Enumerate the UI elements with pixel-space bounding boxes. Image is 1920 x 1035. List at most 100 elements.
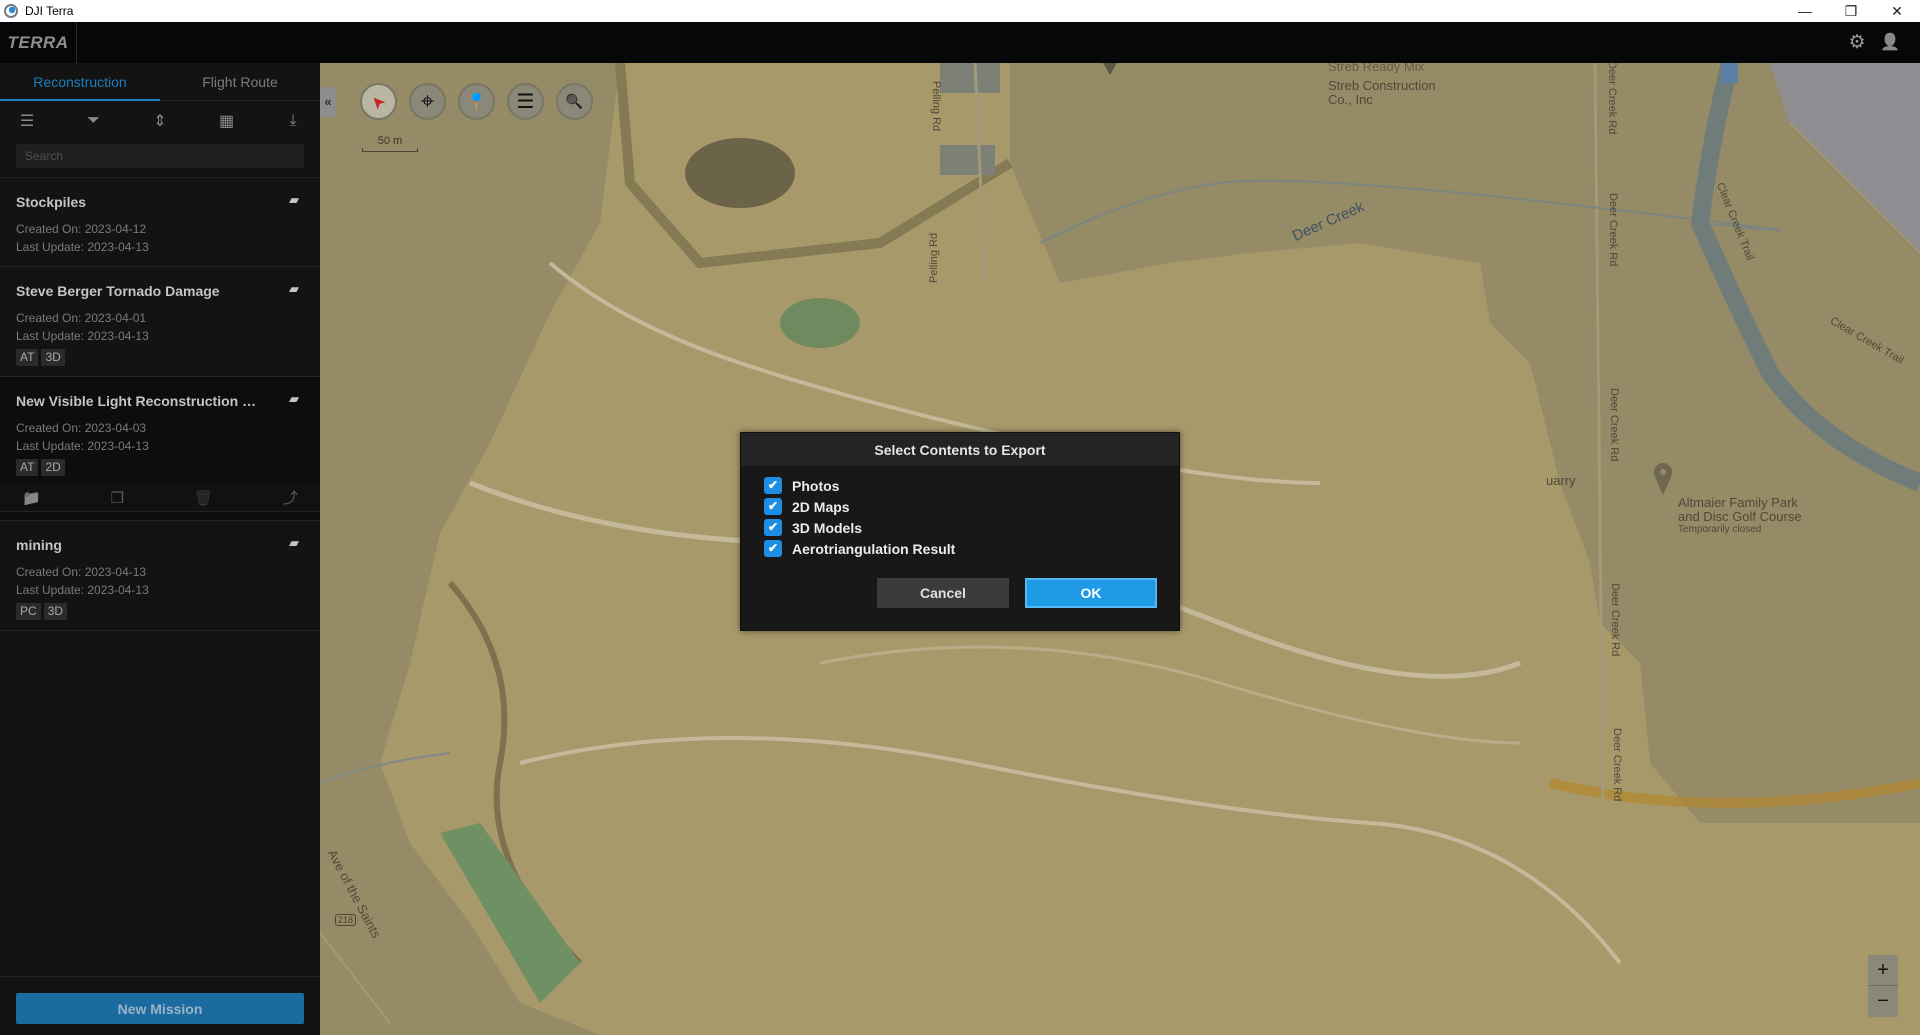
mission-created: Created On: 2023-04-12 [16, 222, 147, 236]
badge-2d: 2D [41, 459, 65, 476]
zoom-out-button[interactable]: − [1868, 986, 1898, 1017]
list-icon: ☰ [516, 91, 535, 113]
checkbox-photos[interactable]: ✔ [764, 477, 782, 494]
map-label: Deer Creek Rd [1608, 388, 1620, 462]
export-option-3d-models[interactable]: ✔ 3D Models [764, 517, 1179, 538]
mission-list: Stockpiles Created On: 2023-04-12 Last U… [0, 177, 320, 631]
map-label: Streb Construction Co., Inc [1328, 78, 1436, 107]
mission-updated: Last Update: 2023-04-13 [16, 329, 149, 343]
map-label: Deer Creek Rd [1611, 728, 1623, 802]
mission-item[interactable]: mining Created On: 2023-04-13 Last Updat… [0, 521, 320, 631]
visible-light-mission-icon: ▰ [289, 391, 299, 406]
visible-light-mission-icon: ▰ [289, 192, 299, 207]
mission-created: Created On: 2023-04-03 [16, 421, 147, 435]
settings-icon[interactable]: ⚙ [1846, 32, 1868, 54]
mission-item-selected[interactable]: New Visible Light Reconstruction Mis... … [0, 377, 320, 521]
badge-pc: PC [16, 603, 41, 620]
search-input[interactable] [16, 149, 304, 163]
mission-name: New Visible Light Reconstruction Mis... [16, 393, 266, 409]
option-label: Photos [792, 477, 840, 494]
export-option-2d-maps[interactable]: ✔ 2D Maps [764, 496, 1179, 517]
cancel-button[interactable]: Cancel [877, 578, 1009, 608]
search-box [16, 144, 304, 168]
option-label: 3D Models [792, 519, 863, 536]
tab-flight-route[interactable]: Flight Route [160, 63, 320, 100]
mission-item[interactable]: Steve Berger Tornado Damage Created On: … [0, 267, 320, 377]
mission-name: Steve Berger Tornado Damage [16, 283, 220, 299]
map-label: Deer Creek Rd [1607, 193, 1619, 267]
checkbox-3d-models[interactable]: ✔ [764, 519, 782, 536]
option-label: 2D Maps [792, 498, 850, 515]
window-title: DJI Terra [25, 4, 74, 18]
new-mission-footer: New Mission [0, 976, 320, 1035]
visible-light-mission-icon: ▰ [289, 281, 299, 296]
map-label: Streb Ready Mix [1328, 63, 1425, 74]
map-label: Altmaier Family Park [1678, 495, 1798, 510]
export-dialog: Select Contents to Export ✔ Photos ✔ 2D … [740, 432, 1180, 631]
visible-light-mission-icon: ▰ [289, 535, 299, 550]
badge-at: AT [16, 459, 39, 476]
copy-icon[interactable]: ❐ [111, 489, 124, 507]
mission-name: Stockpiles [16, 194, 87, 210]
checkbox-2d-maps[interactable]: ✔ [764, 498, 782, 515]
mission-sidebar: Reconstruction Flight Route ☰ ⏷ ⇕ ▦ ⤓ St… [0, 63, 320, 1035]
sidebar-tabs: Reconstruction Flight Route [0, 63, 320, 101]
window-controls: — ❐ ✕ [1782, 0, 1920, 22]
active-tab-indicator [0, 99, 160, 101]
map-label: Pelling Rd [928, 232, 940, 283]
collapse-sidebar-button[interactable]: « [320, 87, 336, 117]
mission-name: mining [16, 537, 62, 553]
mission-badges: PC 3D [16, 603, 304, 620]
checkbox-aerotriangulation[interactable]: ✔ [764, 540, 782, 557]
dialog-buttons: Cancel OK [877, 578, 1157, 608]
tab-reconstruction[interactable]: Reconstruction [0, 63, 160, 100]
mission-created: Created On: 2023-04-01 [16, 311, 147, 325]
map-search-button[interactable]: 🔍 [556, 83, 593, 120]
scale-label: 50 m [377, 135, 403, 147]
user-icon[interactable]: 👤 [1879, 32, 1901, 54]
compass-button[interactable]: ➤ [360, 83, 397, 120]
map-label: and Disc Golf Course [1678, 509, 1802, 524]
map-label: Deer Creek Rd [1606, 63, 1618, 135]
mission-updated: Last Update: 2023-04-13 [16, 240, 149, 254]
mission-created: Created On: 2023-04-13 [16, 565, 147, 579]
layers-list-button[interactable]: ☰ [507, 83, 544, 120]
export-options: ✔ Photos ✔ 2D Maps ✔ 3D Models ✔ Aerotri… [741, 466, 1179, 559]
app-icon [4, 4, 18, 18]
export-icon[interactable]: ⤴ [283, 487, 298, 508]
map-toolbar: ➤ ⌖ 📍 ☰ 🔍 [360, 83, 593, 120]
map-label: uarry [1546, 473, 1576, 488]
mission-actions: 📁 ❐ 🗑 ⤴ [0, 484, 320, 512]
ok-button[interactable]: OK [1025, 578, 1157, 608]
filter-icon[interactable]: ⏷ [83, 110, 105, 132]
open-folder-icon[interactable]: 📁 [22, 489, 41, 507]
map-label: Pelling Rd [930, 81, 942, 132]
maximize-button[interactable]: ❐ [1828, 0, 1874, 22]
zoom-control: + − [1868, 955, 1898, 1017]
badge-3d: 3D [41, 349, 65, 366]
zoom-in-button[interactable]: + [1868, 955, 1898, 986]
app-header: TERRA ⚙ 👤 [0, 22, 1920, 63]
mission-badges: AT 2D [16, 459, 304, 476]
map-scale: 50 m [362, 135, 418, 152]
badge-at: AT [16, 349, 39, 366]
route-shield: 218 [335, 914, 357, 926]
compass-icon: ➤ [366, 90, 390, 114]
map-pin-icon: 📍 [466, 93, 487, 111]
numbered-list-icon[interactable]: ☰ [16, 110, 38, 132]
export-option-photos[interactable]: ✔ Photos [764, 475, 1179, 496]
window-title-bar: DJI Terra — ❐ ✕ [0, 0, 1920, 22]
export-option-aerotriangulation[interactable]: ✔ Aerotriangulation Result [764, 538, 1179, 559]
close-button[interactable]: ✕ [1874, 0, 1920, 22]
delete-icon[interactable]: 🗑 [194, 489, 213, 507]
dialog-title: Select Contents to Export [741, 433, 1179, 466]
mission-badges: AT 3D [16, 349, 304, 366]
import-icon[interactable]: ⤓ [282, 110, 304, 132]
minimize-button[interactable]: — [1782, 0, 1828, 22]
mission-item[interactable]: Stockpiles Created On: 2023-04-12 Last U… [0, 178, 320, 267]
sort-icon[interactable]: ⇕ [149, 110, 171, 132]
pin-button[interactable]: 📍 [458, 83, 495, 120]
new-mission-button[interactable]: New Mission [16, 993, 304, 1024]
batch-select-icon[interactable]: ▦ [216, 110, 238, 132]
locate-button[interactable]: ⌖ [409, 83, 446, 120]
